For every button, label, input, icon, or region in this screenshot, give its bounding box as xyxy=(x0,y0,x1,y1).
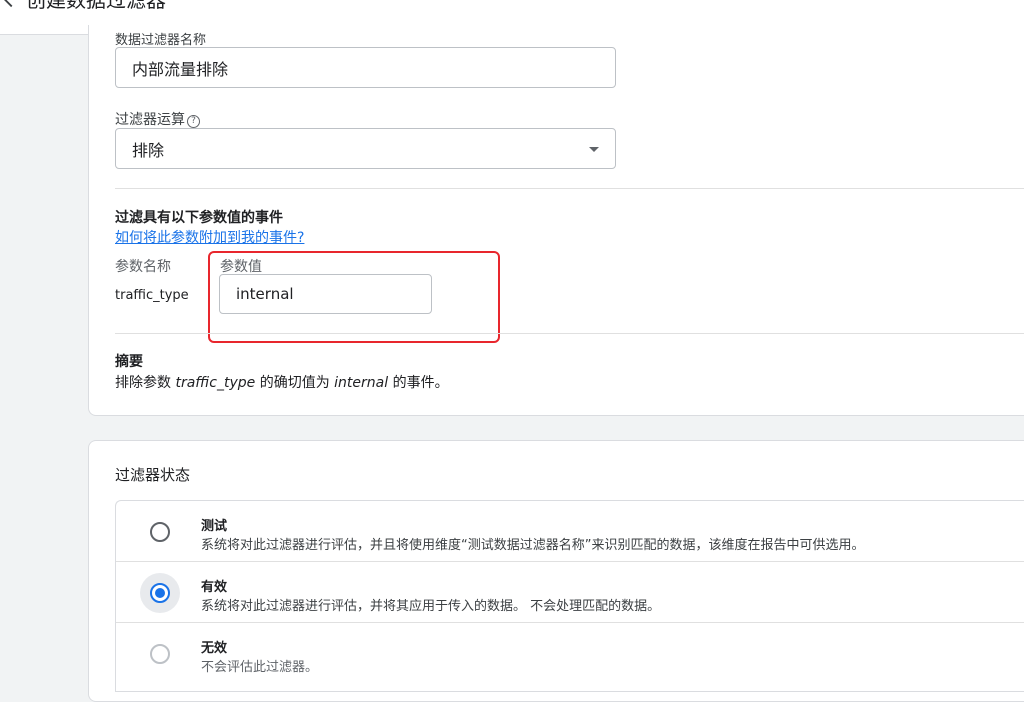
radio-test[interactable] xyxy=(150,522,170,542)
radio-active[interactable] xyxy=(150,583,170,603)
section-divider xyxy=(115,188,1024,189)
highlight-box xyxy=(208,251,500,343)
option-title: 无效 xyxy=(201,641,228,656)
option-desc: 系统将对此过滤器进行评估，并将其应用于传入的数据。 不会处理匹配的数据。 xyxy=(201,599,661,614)
status-option-test[interactable]: 测试 系统将对此过滤器进行评估，并且将使用维度“测试数据过滤器名称”来识别匹配的… xyxy=(116,501,1024,561)
summary-param: traffic_type xyxy=(175,375,256,391)
status-option-inactive[interactable]: 无效 不会评估此过滤器。 xyxy=(116,622,1024,683)
section-divider xyxy=(115,333,1024,334)
summary-suffix: 的事件。 xyxy=(388,375,449,391)
param-name: traffic_type xyxy=(115,288,189,303)
status-radio-group: 测试 系统将对此过滤器进行评估，并且将使用维度“测试数据过滤器名称”来识别匹配的… xyxy=(115,500,1024,692)
help-link[interactable]: 如何将此参数附加到我的事件? xyxy=(115,227,304,247)
summary-value: internal xyxy=(334,375,389,391)
filter-name-input[interactable]: 内部流量排除 xyxy=(115,47,616,88)
summary-prefix: 排除参数 xyxy=(115,375,176,391)
help-circle-icon[interactable]: ? xyxy=(187,115,200,128)
option-desc: 系统将对此过滤器进行评估，并且将使用维度“测试数据过滤器名称”来识别匹配的数据，… xyxy=(201,538,865,553)
summary-middle: 的确切值为 xyxy=(255,375,335,391)
event-section-title: 过滤具有以下参数值的事件 xyxy=(115,210,283,226)
dropdown-arrow-icon xyxy=(589,147,599,152)
option-title: 有效 xyxy=(201,580,228,595)
summary-title: 摘要 xyxy=(115,354,143,370)
status-title: 过滤器状态 xyxy=(115,466,191,484)
filter-name-value: 内部流量排除 xyxy=(132,59,229,79)
chevron-left-icon[interactable] xyxy=(0,0,20,11)
status-option-active[interactable]: 有效 系统将对此过滤器进行评估，并将其应用于传入的数据。 不会处理匹配的数据。 xyxy=(116,561,1024,622)
option-desc: 不会评估此过滤器。 xyxy=(201,660,319,675)
filter-name-label: 数据过滤器名称 xyxy=(115,33,207,48)
operation-select[interactable]: 排除 xyxy=(115,128,616,169)
operation-value: 排除 xyxy=(132,140,165,160)
param-name-header: 参数名称 xyxy=(115,259,171,275)
radio-inactive[interactable] xyxy=(150,644,170,664)
operation-label-text: 过滤器运算 xyxy=(115,112,185,128)
operation-label: 过滤器运算? xyxy=(115,109,200,129)
page-title: 创建数据过滤器 xyxy=(26,0,166,12)
summary-text: 排除参数 traffic_type 的确切值为 internal 的事件。 xyxy=(115,372,449,392)
option-title: 测试 xyxy=(201,519,228,534)
